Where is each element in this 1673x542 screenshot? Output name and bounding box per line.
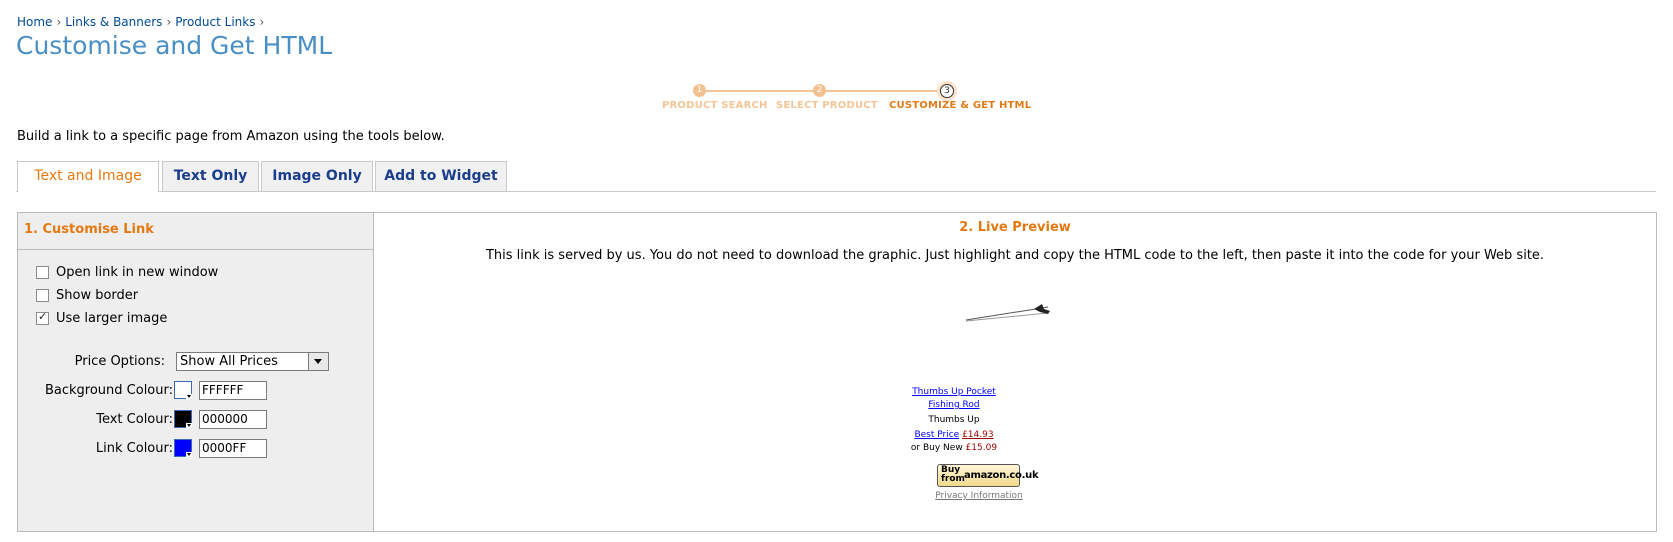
tabs-baseline [16, 191, 1656, 192]
buy-new-row: or Buy New £15.09 [899, 442, 1009, 455]
step-2-label: SELECT PRODUCT [776, 100, 878, 111]
amazon-logo: amazon.co.uk [964, 470, 1039, 481]
breadcrumb-separator: › [166, 15, 172, 29]
step-connector [822, 90, 944, 92]
checkbox-label: Show border [56, 288, 139, 303]
tab-text-only[interactable]: Text Only [162, 161, 259, 191]
buy-new-price: £15.09 [965, 443, 998, 453]
live-preview-description: This link is served by us. You do not ne… [485, 248, 1545, 263]
product-widget: Thumbs Up Pocket Fishing Rod Thumbs Up B… [899, 386, 1009, 455]
page-title: Customise and Get HTML [16, 31, 333, 60]
background-colour-input[interactable]: FFFFFF [199, 381, 267, 400]
live-preview-panel: 2. Live Preview This link is served by u… [373, 212, 1657, 532]
checkbox-larger-image[interactable] [36, 310, 49, 325]
tab-add-to-widget[interactable]: Add to Widget [375, 161, 507, 191]
step-3-marker: 3 [940, 84, 954, 98]
chevron-down-icon[interactable] [308, 353, 328, 370]
price-options-value: Show All Prices [180, 354, 278, 369]
tab-text-and-image[interactable]: Text and Image [17, 161, 159, 192]
best-price-row: Best Price £14.93 [899, 429, 1009, 442]
breadcrumb-home[interactable]: Home [17, 15, 52, 29]
best-price-value: £14.93 [962, 430, 994, 440]
intro-text: Build a link to a specific page from Ama… [17, 129, 445, 144]
link-colour-input[interactable]: 0000FF [199, 439, 267, 458]
product-image-fishing-rod[interactable] [964, 301, 1054, 323]
checkbox-label: Open link in new window [56, 265, 219, 280]
background-colour-swatch[interactable] [174, 381, 192, 399]
price-options-label: Price Options: [74, 354, 165, 369]
dropdown-arrow-icon [186, 452, 192, 457]
step-connector [702, 90, 815, 92]
product-title-link[interactable]: Fishing Rod [899, 399, 1009, 412]
breadcrumb: Home › Links & Banners › Product Links › [17, 15, 268, 29]
checkbox-show-border[interactable] [36, 289, 49, 302]
product-title-link[interactable]: Thumbs Up Pocket [899, 386, 1009, 399]
dropdown-arrow-icon [186, 423, 192, 428]
text-colour-input[interactable]: 000000 [199, 410, 267, 429]
step-2-marker: 2 [813, 84, 826, 97]
live-preview-heading: 2. Live Preview [959, 220, 1071, 235]
checkbox-label: Use larger image [56, 311, 168, 326]
step-1-label: PRODUCT SEARCH [662, 100, 768, 111]
buy-new-label: or Buy New [910, 443, 963, 453]
price-options-select[interactable]: Show All Prices [176, 352, 329, 371]
text-colour-label: Text Colour: [96, 412, 173, 427]
link-colour-label: Link Colour: [95, 441, 173, 456]
tab-image-only[interactable]: Image Only [261, 161, 373, 191]
best-price-link[interactable]: Best Price [914, 430, 959, 440]
step-1-marker: 1 [693, 84, 706, 97]
background-colour-label: Background Colour: [44, 383, 173, 398]
customise-header: 1. Customise Link [18, 213, 373, 250]
link-colour-swatch[interactable] [174, 439, 192, 457]
product-brand: Thumbs Up [928, 415, 980, 425]
customise-heading: 1. Customise Link [24, 222, 154, 237]
dropdown-arrow-icon [186, 394, 192, 399]
checkbox-new-window[interactable] [36, 266, 49, 279]
breadcrumb-product-links[interactable]: Product Links [175, 15, 255, 29]
buy-button-prefix: Buy from [941, 465, 965, 484]
breadcrumb-separator: › [56, 15, 62, 29]
step-3-label: CUSTOMIZE & GET HTML [889, 100, 1032, 111]
customise-panel: 1. Customise Link Open link in new windo… [17, 212, 374, 532]
breadcrumb-separator: › [259, 15, 265, 29]
text-colour-swatch[interactable] [174, 410, 192, 428]
buy-from-amazon-button[interactable]: Buy from amazon.co.uk [937, 464, 1039, 487]
privacy-information-link[interactable]: Privacy Information [899, 491, 1059, 501]
breadcrumb-links-banners[interactable]: Links & Banners [65, 15, 162, 29]
